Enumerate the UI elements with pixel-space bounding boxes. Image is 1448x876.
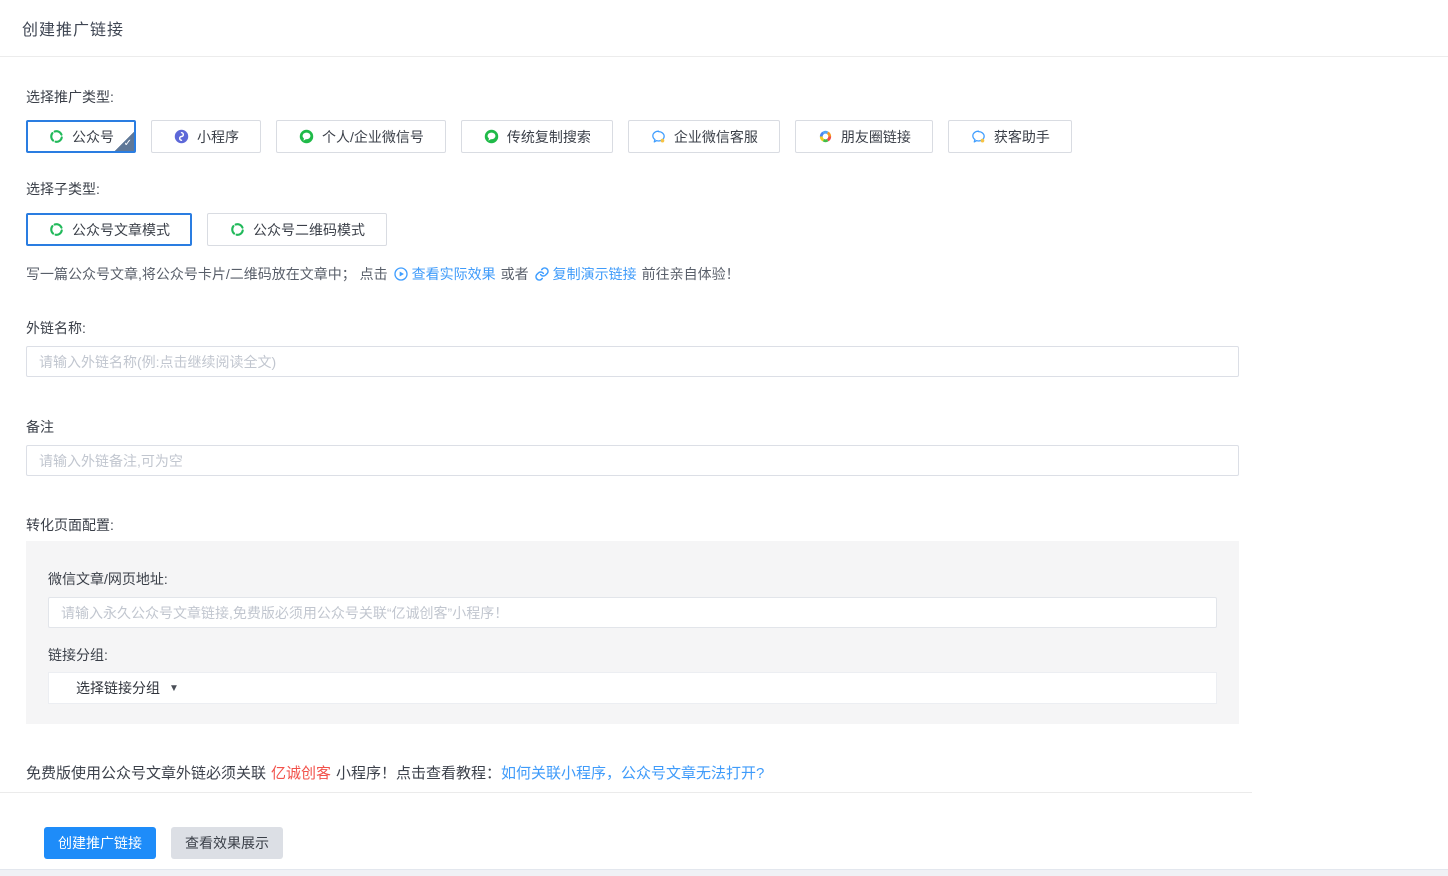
view-demo-link[interactable]: 查看实际效果 [393, 264, 496, 284]
wechat-official-account-icon [48, 128, 65, 145]
hint-suffix: 前往亲自体验！ [642, 264, 740, 284]
copy-demo-link[interactable]: 复制演示链接 [534, 264, 637, 284]
moments-ring-icon [817, 128, 834, 145]
play-circle-icon [393, 266, 409, 282]
article-url-input[interactable] [48, 597, 1217, 628]
promo-type-label: 选择推广类型: [26, 87, 1448, 107]
page-title: 创建推广链接 [22, 16, 124, 40]
form-actions: 创建推广链接 查看效果展示 [26, 827, 1448, 859]
promo-type-moments-link[interactable]: 朋友圈链接 [795, 120, 933, 153]
promo-type-customer-assistant[interactable]: 获客助手 [948, 120, 1072, 153]
promo-type-option-label: 企业微信客服 [674, 127, 758, 147]
page-bottom-strip [0, 869, 1448, 876]
wechat-green-bubble-icon [483, 128, 500, 145]
selected-check-icon: ✓ [115, 132, 134, 151]
conversion-config-label: 转化页面配置: [26, 515, 1448, 535]
chain-link-icon [534, 266, 550, 282]
miniprogram-icon [173, 128, 190, 145]
promo-type-work-wechat-service[interactable]: 企业微信客服 [628, 120, 780, 153]
sub-type-qrcode-mode[interactable]: 公众号二维码模式 [207, 213, 387, 246]
wechat-official-account-icon [48, 221, 65, 238]
article-url-label: 微信文章/网页地址: [48, 569, 1217, 589]
notice-brand-highlight: 亿诚创客 [271, 765, 331, 782]
hint-middle: 或者 [501, 264, 529, 284]
promo-type-options: 公众号 ✓ 小程序 个人/企业微信号 传统复制搜索 企业微信客服 朋友圈链接 获… [26, 120, 1448, 153]
preview-effect-button[interactable]: 查看效果展示 [171, 827, 283, 859]
sub-type-option-label: 公众号二维码模式 [253, 220, 365, 240]
promo-type-copy-search[interactable]: 传统复制搜索 [461, 120, 613, 153]
link-group-select[interactable]: 选择链接分组 ▼ [48, 672, 1217, 704]
promo-type-option-label: 公众号 [72, 127, 114, 147]
wechat-official-account-icon [229, 221, 246, 238]
chevron-down-icon: ▼ [169, 683, 179, 694]
chat-bubble-outline-icon [970, 128, 987, 145]
chat-bubble-outline-icon [650, 128, 667, 145]
promo-type-option-label: 传统复制搜索 [507, 127, 591, 147]
promo-type-miniprogram[interactable]: 小程序 [151, 120, 261, 153]
page-header: 创建推广链接 [0, 0, 1448, 57]
footer-divider [0, 792, 1252, 793]
promo-type-option-label: 个人/企业微信号 [322, 127, 424, 147]
notice-part1: 免费版使用公众号文章外链必须关联 [26, 765, 266, 782]
sub-type-options: 公众号文章模式 公众号二维码模式 [26, 213, 1448, 246]
promo-type-official-account[interactable]: 公众号 ✓ [26, 120, 136, 153]
wechat-green-bubble-icon [298, 128, 315, 145]
promo-type-personal-wechat[interactable]: 个人/企业微信号 [276, 120, 446, 153]
sub-type-label: 选择子类型: [26, 179, 1448, 199]
remark-label: 备注 [26, 417, 1448, 437]
tutorial-link[interactable]: 如何关联小程序，公众号文章无法打开? [501, 765, 764, 782]
hint-prefix: 写一篇公众号文章,将公众号卡片/二维码放在文章中； 点击 [26, 264, 388, 284]
sub-type-option-label: 公众号文章模式 [72, 220, 170, 240]
notice-part2: 小程序！点击查看教程： [336, 765, 501, 782]
create-link-form: 选择推广类型: 公众号 ✓ 小程序 个人/企业微信号 传统复制搜索 企业微信客服… [0, 87, 1448, 859]
link-group-label: 链接分组: [48, 645, 1217, 665]
link-name-label: 外链名称: [26, 318, 1448, 338]
promo-type-option-label: 获客助手 [994, 127, 1050, 147]
sub-type-hint: 写一篇公众号文章,将公众号卡片/二维码放在文章中； 点击 查看实际效果 或者 复… [26, 264, 1448, 284]
promo-type-option-label: 小程序 [197, 127, 239, 147]
free-version-notice: 免费版使用公众号文章外链必须关联亿诚创客小程序！点击查看教程：如何关联小程序，公… [26, 763, 1448, 784]
remark-input[interactable] [26, 445, 1239, 476]
link-group-value: 选择链接分组 [76, 678, 160, 698]
link-name-input[interactable] [26, 346, 1239, 377]
conversion-config-panel: 微信文章/网页地址: 链接分组: 选择链接分组 ▼ [26, 541, 1239, 724]
create-link-button[interactable]: 创建推广链接 [44, 827, 156, 859]
promo-type-option-label: 朋友圈链接 [841, 127, 911, 147]
sub-type-article-mode[interactable]: 公众号文章模式 [26, 213, 192, 246]
